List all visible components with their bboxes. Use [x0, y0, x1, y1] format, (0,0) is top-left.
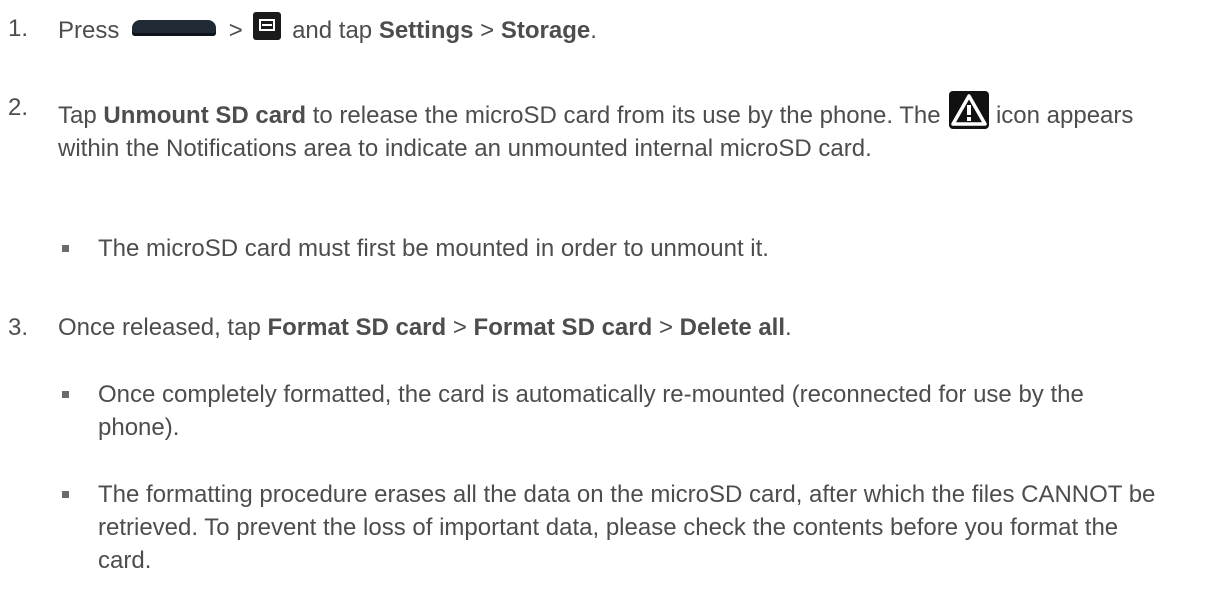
bullet-text: Once completely formatted, the card is a… — [98, 381, 1084, 441]
format-sd-card-label: Format SD card — [473, 314, 653, 341]
step-3-text: Once released, tap — [58, 314, 261, 341]
separator: > — [480, 17, 495, 44]
delete-all-label: Delete all — [679, 314, 786, 341]
warning-icon — [949, 91, 990, 129]
bullet-text: The microSD card must first be mounted i… — [98, 235, 769, 262]
settings-label: Settings — [378, 17, 474, 44]
step-number: 2. — [8, 94, 29, 121]
period: . — [590, 17, 597, 44]
step-number: 3. — [8, 314, 29, 341]
step-number: 1. — [8, 15, 29, 42]
step-text: Once released, tap Format SD card > Form… — [58, 311, 1198, 344]
bullet-marker — [62, 391, 69, 398]
step-2-text: to release the microSD card from its use… — [312, 102, 941, 129]
step-1-text: Press — [58, 17, 120, 44]
separator: > — [452, 314, 467, 341]
separator: > — [228, 17, 243, 44]
format-sd-card-label: Format SD card — [267, 314, 447, 341]
unmount-sd-card-label: Unmount SD card — [103, 102, 307, 129]
bullet-marker — [62, 245, 69, 252]
home-key-icon — [132, 20, 217, 36]
step-1-text: and tap — [292, 17, 373, 44]
menu-key-icon — [253, 12, 282, 40]
step-text: Press > and tap Settings > Storage. — [58, 12, 1198, 47]
storage-label: Storage — [500, 17, 591, 44]
step-text: Tap Unmount SD card to release the micro… — [58, 91, 1198, 165]
period: . — [785, 314, 792, 341]
separator: > — [658, 314, 673, 341]
bullet-text: The formatting procedure erases all the … — [98, 481, 1156, 574]
step-2-text: Tap — [58, 102, 97, 129]
bullet-marker — [62, 491, 69, 498]
